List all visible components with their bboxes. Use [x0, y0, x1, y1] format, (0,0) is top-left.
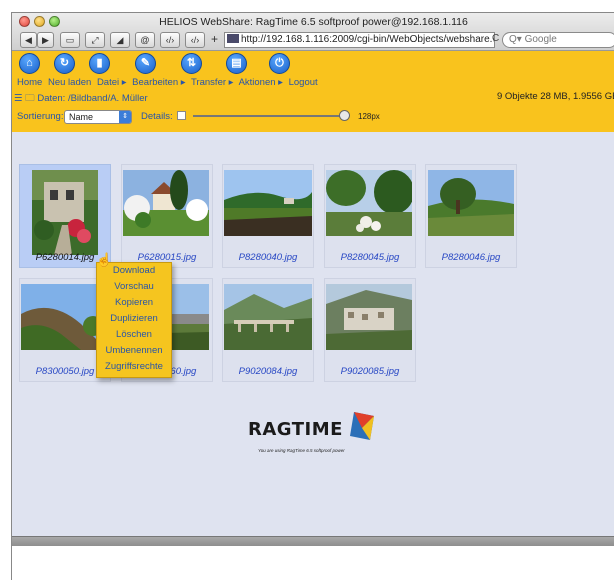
- search-field[interactable]: Q▾ Google: [502, 32, 614, 48]
- file-name[interactable]: P9020085.jpg: [325, 366, 415, 377]
- menu-transfer[interactable]: Transfer ▸: [191, 77, 233, 88]
- address-bar[interactable]: http://192.168.1.116:2009/cgi-bin/WebObj…: [224, 32, 495, 48]
- file-tile[interactable]: P8280045.jpg: [324, 164, 416, 268]
- site-favicon-icon: [227, 34, 239, 43]
- bookmark-icon[interactable]: ◢: [110, 32, 130, 48]
- menu-edit[interactable]: Bearbeiten ▸: [132, 77, 185, 88]
- forward-button[interactable]: ▶: [37, 32, 54, 48]
- context-menu: Download Vorschau Kopieren Duplizieren L…: [96, 262, 172, 378]
- thumbnail-image: [21, 284, 107, 350]
- folder-up-icon[interactable]: 🗀: [25, 93, 35, 104]
- thumbnail-image: [326, 170, 412, 236]
- menu-logout[interactable]: Logout: [289, 77, 318, 88]
- url-text: http://192.168.1.116:2009/cgi-bin/WebObj…: [241, 34, 495, 45]
- details-label: Details:: [141, 111, 173, 122]
- file-tile[interactable]: P6280015.jpg: [121, 164, 213, 268]
- menu-file[interactable]: Datei ▸: [97, 77, 127, 88]
- thumbnail-image: [32, 170, 98, 255]
- edit-icon[interactable]: ✎: [135, 53, 156, 74]
- menu-actions[interactable]: Aktionen ▸: [239, 77, 283, 88]
- sort-row: Sortierung: ↑ Name ⇕ Details: 128px: [17, 110, 380, 125]
- fullscreen-icon[interactable]: ⤢: [85, 32, 105, 48]
- thumbnail-image: [123, 170, 209, 236]
- status-bar: [12, 536, 614, 546]
- file-tile[interactable]: P8280046.jpg: [425, 164, 517, 268]
- list-view-icon[interactable]: ☰: [14, 93, 23, 104]
- browser-window: HELIOS WebShare: RagTime 6.5 softproof p…: [11, 12, 614, 580]
- logo-text: RAGTIME: [248, 419, 343, 440]
- file-name[interactable]: P8280045.jpg: [325, 252, 415, 263]
- context-menu-item-delete[interactable]: Löschen: [97, 327, 171, 343]
- app-header: ⌂ ↻ ▮ ✎ ⇅ ▤ ⏻ Home Neu laden Datei ▸ Bea…: [12, 51, 614, 132]
- file-tile[interactable]: P9020084.jpg: [222, 278, 314, 382]
- title-bar: HELIOS WebShare: RagTime 6.5 softproof p…: [12, 13, 614, 31]
- file-name[interactable]: P8280040.jpg: [223, 252, 313, 263]
- add-bookmark-icon[interactable]: +: [208, 32, 221, 48]
- file-name[interactable]: P9020084.jpg: [223, 366, 313, 377]
- app-menu: Home Neu laden Datei ▸ Bearbeiten ▸ Tran…: [17, 77, 321, 88]
- thumbnail-image: [224, 170, 312, 236]
- search-placeholder: Q▾ Google: [509, 34, 557, 45]
- breadcrumb[interactable]: Daten: /Bildband/A. Müller: [37, 93, 147, 104]
- reload-icon[interactable]: C: [492, 33, 499, 44]
- chevron-updown-icon: ⇕: [119, 111, 131, 123]
- file-name[interactable]: P8280046.jpg: [426, 252, 516, 263]
- menu-reload[interactable]: Neu laden: [48, 77, 91, 88]
- file-tile[interactable]: P9020085.jpg: [324, 278, 416, 382]
- sidebar-icon[interactable]: ▭: [60, 32, 80, 48]
- menu-home[interactable]: Home: [17, 77, 42, 88]
- sort-label: Sortierung: ↑: [17, 111, 71, 122]
- sort-select[interactable]: Name ⇕: [64, 110, 132, 124]
- file-tile[interactable]: P8280040.jpg: [222, 164, 314, 268]
- file-icon[interactable]: ▮: [89, 53, 110, 74]
- reload-icon[interactable]: ↻: [54, 53, 75, 74]
- sort-value: Name: [69, 112, 94, 122]
- volume-stats: 9 Objekte 28 MB, 1.9556 GB fr: [497, 91, 614, 102]
- logo-tagline: You are using RagTime 6.5 softproof powe…: [258, 448, 345, 453]
- home-icon[interactable]: ⌂: [19, 53, 40, 74]
- actions-icon[interactable]: ▤: [226, 53, 247, 74]
- context-menu-item-rename[interactable]: Umbenennen: [97, 343, 171, 359]
- thumbnail-image: [224, 284, 312, 350]
- hand-cursor-icon: ☝: [96, 252, 113, 267]
- transfer-icon[interactable]: ⇅: [181, 53, 202, 74]
- ragtime-logo-icon: [350, 412, 374, 440]
- thumbnail-image: [326, 284, 412, 350]
- browser-chrome: HELIOS WebShare: RagTime 6.5 softproof p…: [12, 13, 614, 51]
- context-menu-item-preview[interactable]: Vorschau: [97, 279, 171, 295]
- logout-icon[interactable]: ⏻: [269, 53, 290, 74]
- source-code-icon[interactable]: ‹/›: [160, 32, 180, 48]
- validate-icon[interactable]: ‹/›: [185, 32, 205, 48]
- back-button[interactable]: ◀: [20, 32, 37, 48]
- ragtime-logo: RAGTIME You are using RagTime 6.5 softpr…: [248, 410, 378, 456]
- thumbnail-size-slider[interactable]: [193, 110, 350, 121]
- context-menu-item-copy[interactable]: Kopieren: [97, 295, 171, 311]
- path-row: ☰ 🗀 Daten: /Bildband/A. Müller 9 Objekte…: [14, 91, 614, 107]
- window-title: HELIOS WebShare: RagTime 6.5 softproof p…: [159, 16, 468, 28]
- thumbnail-size-value: 128px: [358, 112, 380, 121]
- slider-knob[interactable]: [339, 110, 350, 121]
- thumbnail-image: [428, 170, 514, 236]
- at-sign-icon[interactable]: @: [135, 32, 155, 48]
- context-menu-item-duplicate[interactable]: Duplizieren: [97, 311, 171, 327]
- file-grid: P6280014.jpg P6280015.jpg P8280040.jpg P…: [12, 132, 614, 536]
- context-menu-item-permissions[interactable]: Zugriffsrechte: [97, 359, 171, 375]
- browser-toolbar: ◀ ▶ ▭ ⤢ ◢ @ ‹/› ‹/› + http://192.168.1.1…: [12, 31, 614, 50]
- details-checkbox[interactable]: [177, 111, 186, 120]
